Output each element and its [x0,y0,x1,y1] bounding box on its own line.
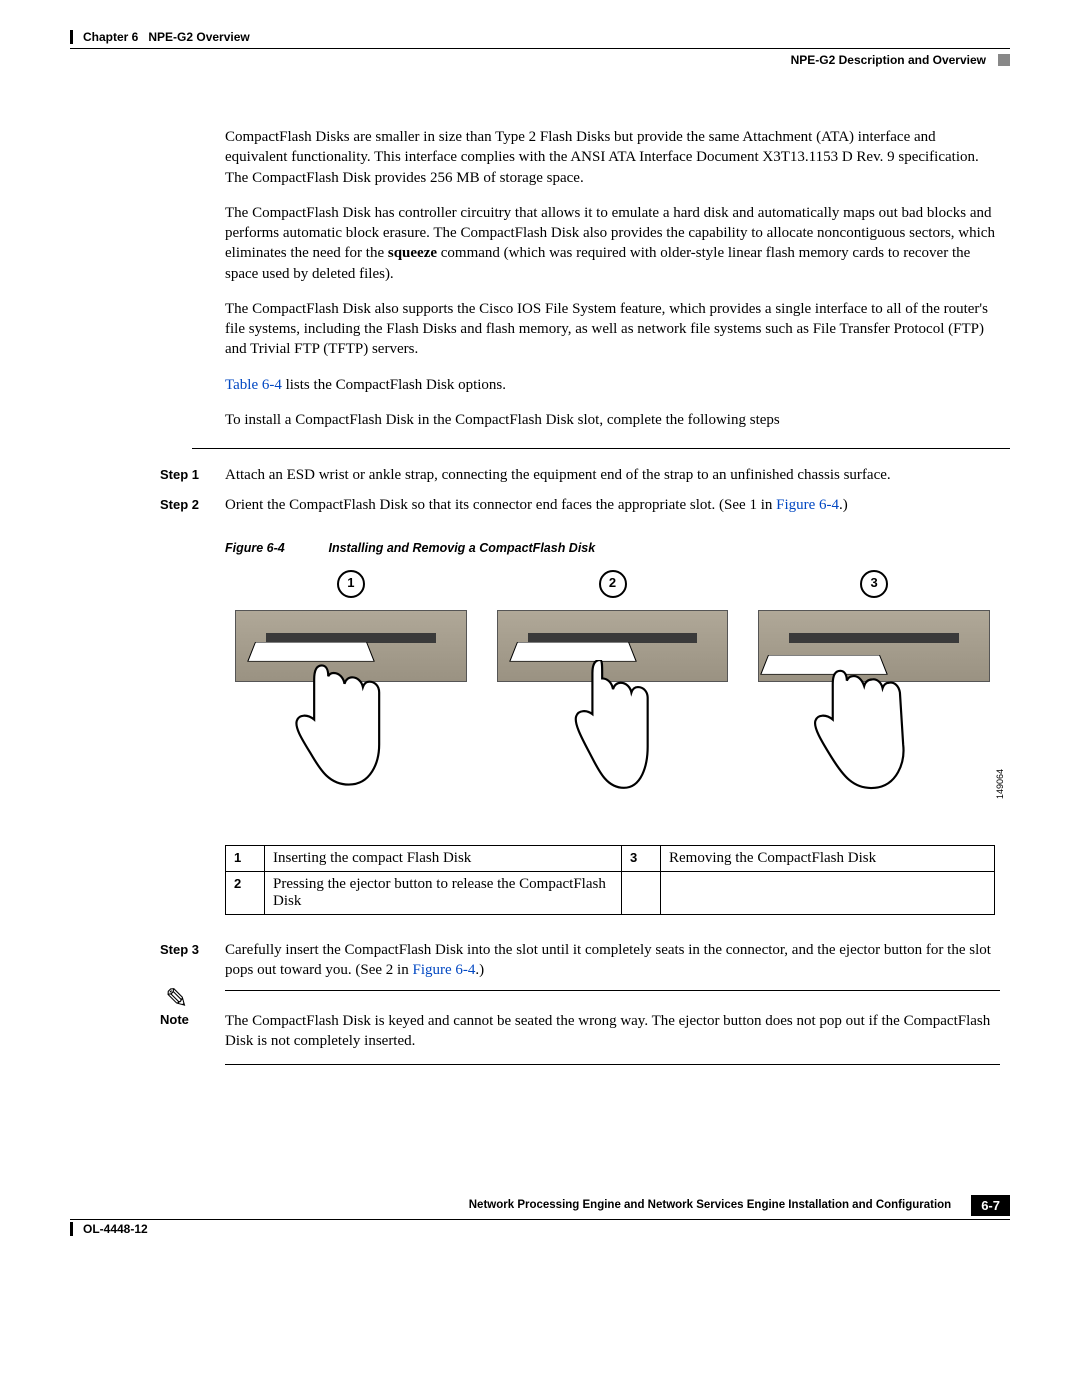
table-row: 1 Inserting the compact Flash Disk 3 Rem… [226,845,995,871]
header-square-icon [998,54,1010,66]
paragraph: To install a CompactFlash Disk in the Co… [225,410,1000,430]
figure-illustration: 1 2 3 149064 [225,570,1000,810]
figure-caption: Figure 6-4 Installing and Removig a Comp… [225,541,1010,555]
bold-command: squeeze [388,245,437,261]
card-icon [509,642,637,662]
text-run: Orient the CompactFlash Disk so that its… [225,497,776,513]
callout-number: 1 [337,570,365,598]
step-text: Carefully insert the CompactFlash Disk i… [225,940,1000,981]
section-header: NPE-G2 Description and Overview [70,48,1010,67]
text-run: .) [475,962,484,978]
figure-reference-link[interactable]: Figure 6-4 [776,497,839,513]
paragraph: Table 6-4 lists the CompactFlash Disk op… [225,375,1000,395]
figure-label: Figure 6-4 [225,541,325,555]
step-row: Step 1 Attach an ESD wrist or ankle stra… [70,465,1010,485]
legend-number: 1 [226,845,265,871]
hand-icon [283,660,393,790]
legend-number [622,871,661,914]
footer-bar-icon [70,1222,73,1236]
note-bottom-rule [225,1064,1000,1065]
book-title: Network Processing Engine and Network Se… [469,1199,951,1211]
figure-title: Installing and Removig a CompactFlash Di… [328,541,595,555]
page-number: 6-7 [971,1195,1010,1216]
image-number: 149064 [995,769,1005,799]
figure-panel-3: 3 149064 [748,570,1000,810]
figure-panel-1: 1 [225,570,477,810]
table-row: 2 Pressing the ejector button to release… [226,871,995,914]
legend-text: Removing the CompactFlash Disk [661,845,995,871]
paragraph: The CompactFlash Disk has controller cir… [225,203,1000,284]
paragraph: CompactFlash Disks are smaller in size t… [225,127,1000,188]
header-bar-icon [70,30,73,44]
text-run: .) [839,497,848,513]
running-header: Chapter 6 NPE-G2 Overview [70,30,1010,44]
legend-text: Pressing the ejector button to release t… [265,871,622,914]
section-title: NPE-G2 Description and Overview [791,53,986,67]
table-reference-link[interactable]: Table 6-4 [225,377,282,393]
step-label: Step 1 [160,465,225,485]
card-icon [247,642,375,662]
figure-panel-2: 2 [487,570,739,810]
hand-icon [545,660,655,790]
legend-text [661,871,995,914]
chapter-label: Chapter 6 [83,30,138,44]
note-block: ✎ Note The CompactFlash Disk is keyed an… [70,1011,1010,1052]
hand-icon [807,660,917,790]
step-text: Orient the CompactFlash Disk so that its… [225,495,1000,515]
figure-legend-table: 1 Inserting the compact Flash Disk 3 Rem… [225,845,995,915]
doc-number: OL-4448-12 [83,1222,148,1236]
step-label: Step 2 [160,495,225,515]
legend-number: 2 [226,871,265,914]
legend-number: 3 [622,845,661,871]
step-row: Step 2 Orient the CompactFlash Disk so t… [70,495,1010,515]
paragraph: The CompactFlash Disk also supports the … [225,299,1000,360]
chapter-title: NPE-G2 Overview [148,30,249,44]
figure-reference-link[interactable]: Figure 6-4 [412,962,475,978]
note-text: The CompactFlash Disk is keyed and canno… [225,1011,1000,1052]
pencil-icon: ✎ [165,981,188,1019]
legend-text: Inserting the compact Flash Disk [265,845,622,871]
step-label: Step 3 [160,940,225,981]
step-row: Step 3 Carefully insert the CompactFlash… [70,940,1010,981]
callout-number: 3 [860,570,888,598]
text-run: Carefully insert the CompactFlash Disk i… [225,942,991,978]
separator-rule [192,448,1010,449]
callout-number: 2 [599,570,627,598]
note-top-rule [225,990,1000,991]
text-run: lists the CompactFlash Disk options. [282,377,506,393]
page-footer: Network Processing Engine and Network Se… [70,1195,1010,1236]
step-text: Attach an ESD wrist or ankle strap, conn… [225,465,1000,485]
